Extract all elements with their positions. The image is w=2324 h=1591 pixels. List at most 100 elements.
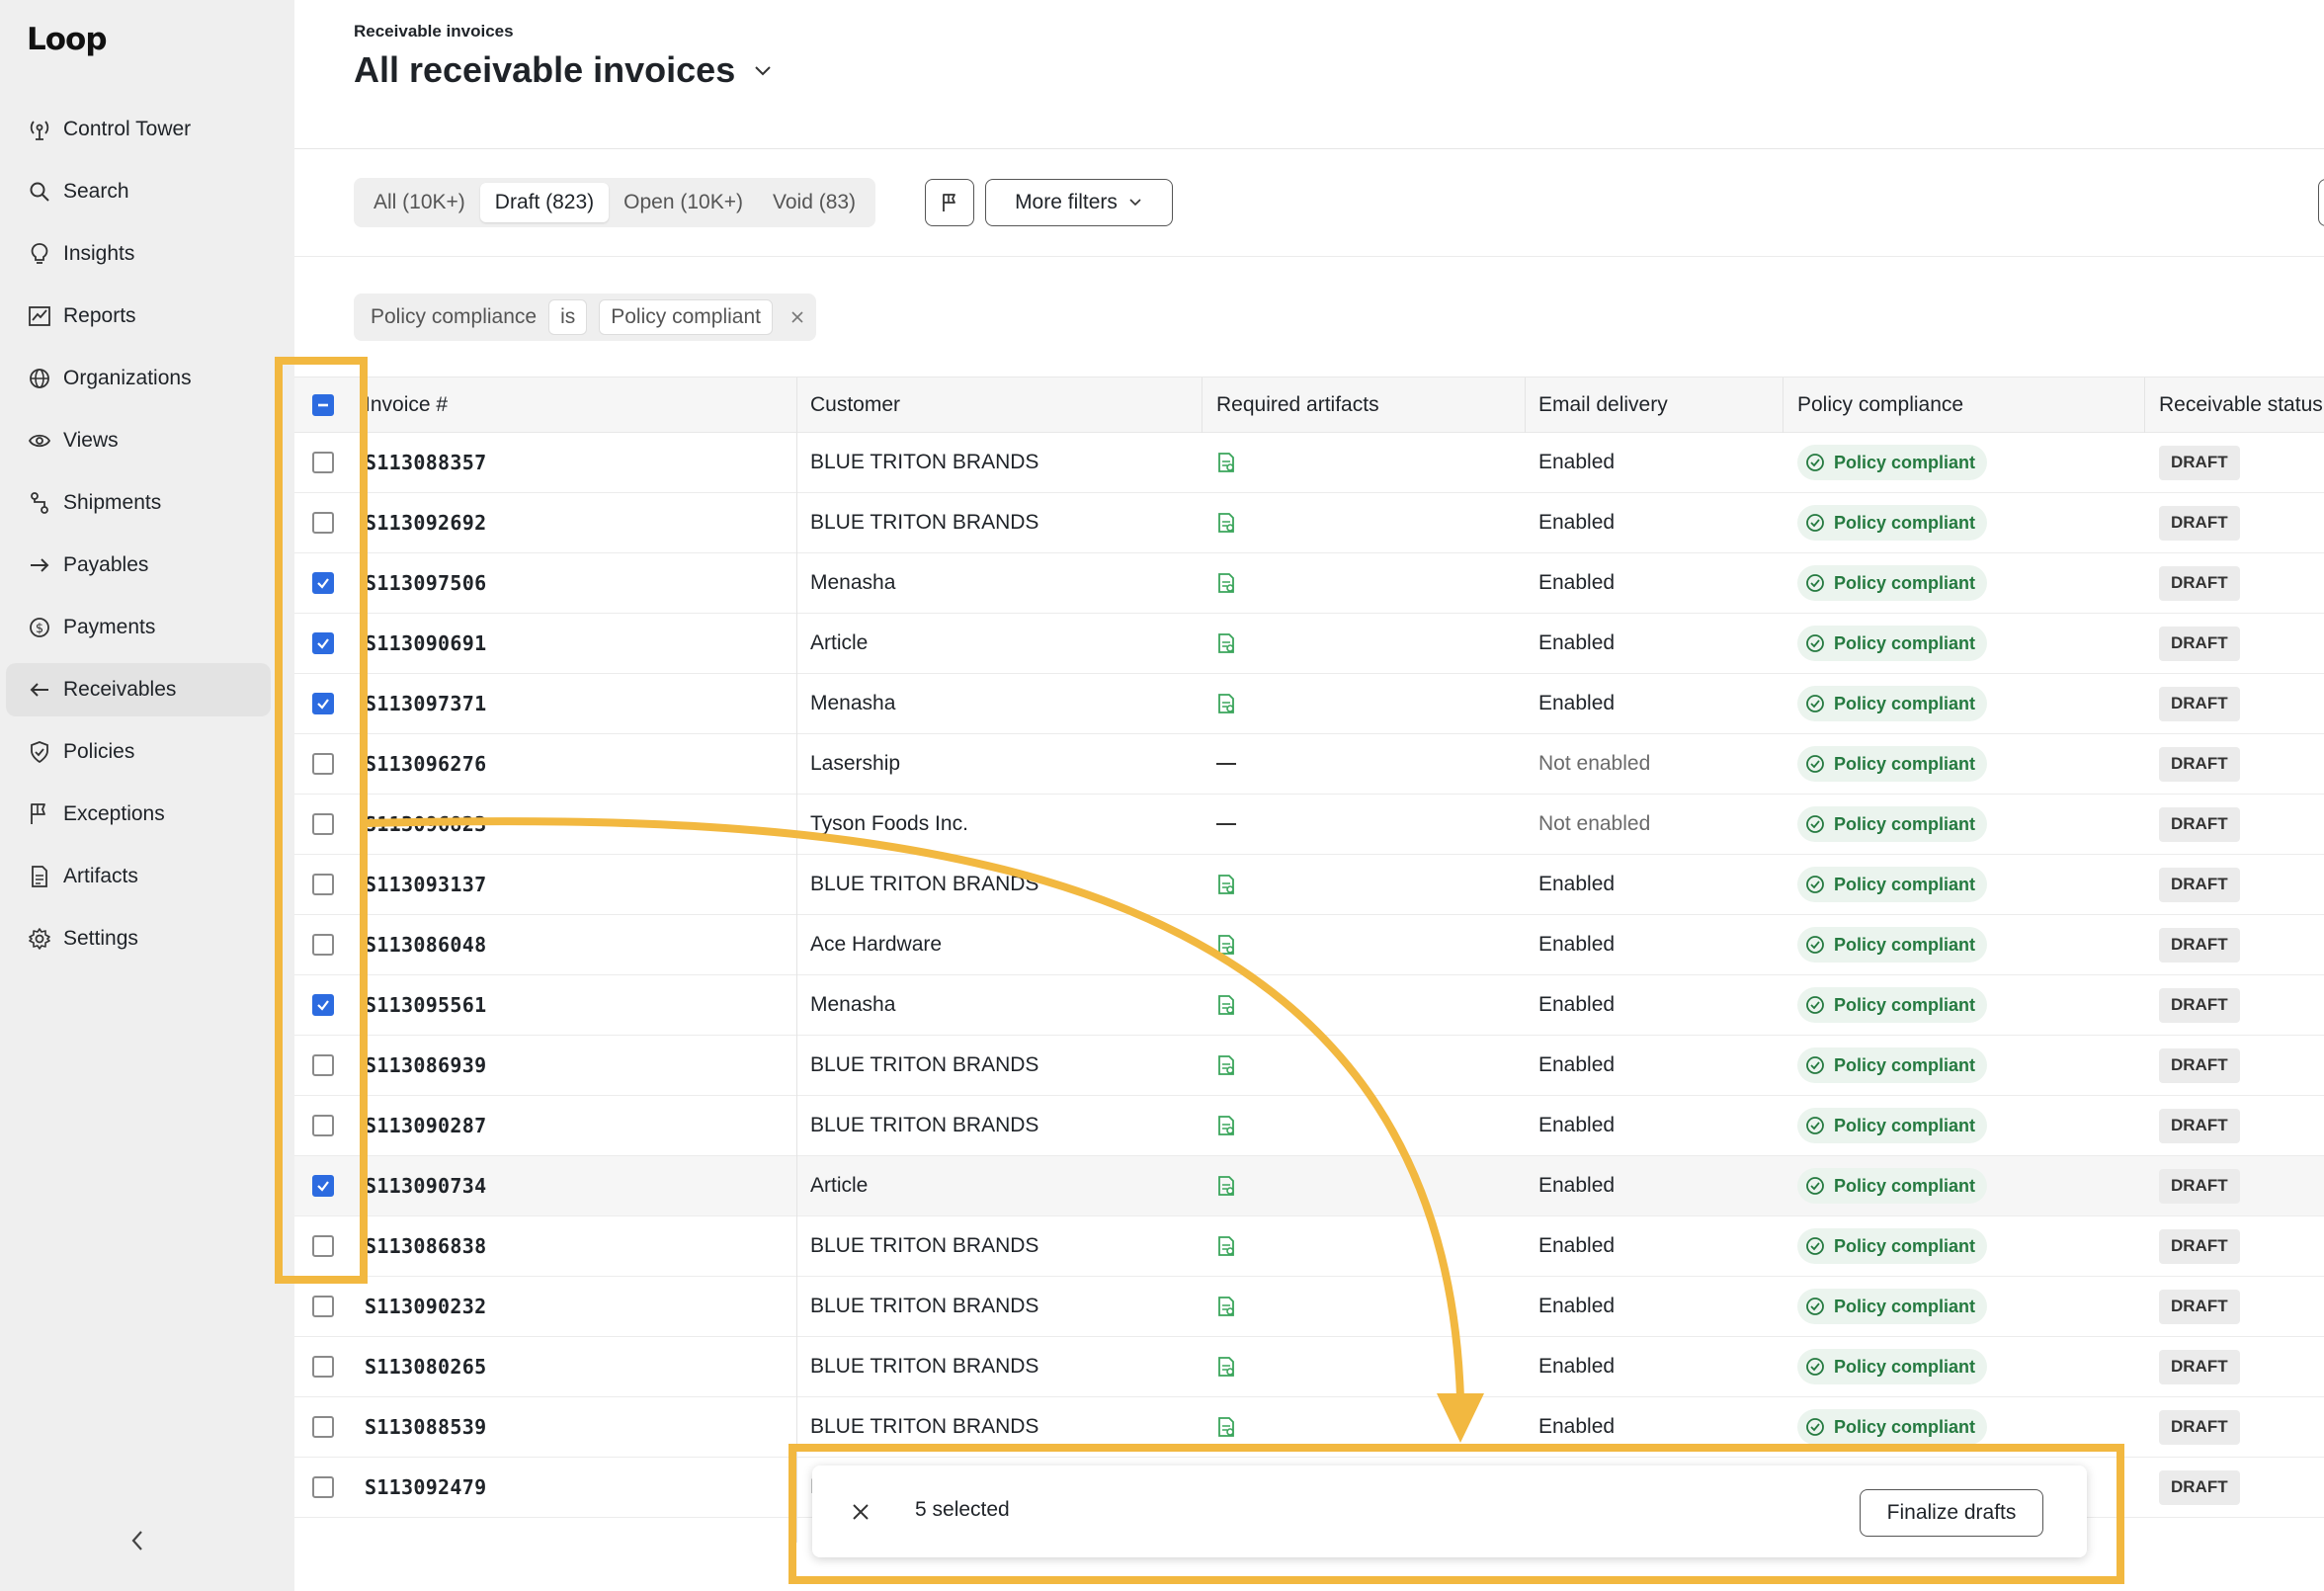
artifact-document-icon[interactable] — [1216, 1337, 1236, 1396]
row-checkbox[interactable] — [312, 1235, 334, 1257]
col-invoice[interactable]: Invoice # — [365, 377, 448, 433]
artifact-document-icon[interactable] — [1216, 674, 1236, 733]
sidebar-item-policies[interactable]: Policies — [6, 725, 271, 779]
artifact-document-icon[interactable] — [1216, 1397, 1236, 1457]
col-policy-compliance[interactable]: Policy compliance — [1797, 377, 1963, 433]
invoice-number[interactable]: S113088357 — [365, 433, 486, 492]
invoice-number[interactable]: S113095561 — [365, 975, 486, 1035]
view-chevron-down-icon[interactable] — [751, 59, 775, 83]
invoice-number[interactable]: S113096823 — [365, 795, 486, 854]
sidebar-item-settings[interactable]: Settings — [6, 912, 271, 965]
artifact-document-icon[interactable] — [1216, 493, 1236, 552]
table-row[interactable]: S113086048 Ace Hardware Enabled Policy comp… — [294, 915, 2324, 975]
table-row[interactable]: S113086838 BLUE TRITON BRANDS Enabled Polic… — [294, 1216, 2324, 1277]
invoice-number[interactable]: S113097371 — [365, 674, 486, 733]
col-customer[interactable]: Customer — [810, 377, 900, 433]
row-checkbox[interactable] — [312, 813, 334, 835]
clear-selection-close-icon[interactable] — [848, 1499, 873, 1525]
col-required-artifacts[interactable]: Required artifacts — [1216, 377, 1379, 433]
invoice-number[interactable]: S113090691 — [365, 614, 486, 673]
tab-draft[interactable]: Draft (823) — [479, 183, 610, 222]
artifact-document-icon[interactable] — [1216, 1036, 1236, 1095]
row-checkbox[interactable] — [312, 632, 334, 654]
table-row[interactable]: S113092692 BLUE TRITON BRANDS Enabled Polic… — [294, 493, 2324, 553]
row-checkbox[interactable] — [312, 1356, 334, 1378]
invoice-number[interactable]: S113086838 — [365, 1216, 486, 1276]
col-receivable-status[interactable]: Receivable status — [2159, 377, 2323, 433]
sidebar-item-shipments[interactable]: Shipments — [6, 476, 271, 530]
sidebar-item-search[interactable]: Search — [6, 165, 271, 218]
artifact-document-icon[interactable] — [1216, 1096, 1236, 1155]
table-row[interactable]: S113096276 Lasership Not enabled Policy com… — [294, 734, 2324, 795]
finalize-drafts-button[interactable]: Finalize drafts — [1860, 1489, 2043, 1537]
table-row[interactable]: S113088539 BLUE TRITON BRANDS Enabled Polic… — [294, 1397, 2324, 1458]
table-row[interactable]: S113086939 BLUE TRITON BRANDS Enabled Polic… — [294, 1036, 2324, 1096]
row-checkbox[interactable] — [312, 874, 334, 895]
breadcrumb[interactable]: Receivable invoices — [354, 22, 514, 42]
table-row[interactable]: S113088357 BLUE TRITON BRANDS Enabled Polic… — [294, 433, 2324, 493]
invoice-number[interactable]: S113088539 — [365, 1397, 486, 1457]
invoice-number[interactable]: S113090287 — [365, 1096, 486, 1155]
row-checkbox[interactable] — [312, 1296, 334, 1317]
row-checkbox[interactable] — [312, 994, 334, 1016]
row-checkbox[interactable] — [312, 572, 334, 594]
artifact-document-icon[interactable] — [1216, 975, 1236, 1035]
invoice-number[interactable]: S113086048 — [365, 915, 486, 974]
invoice-number[interactable]: S113090232 — [365, 1277, 486, 1336]
artifact-document-icon[interactable] — [1216, 855, 1236, 914]
invoice-number[interactable]: S113080265 — [365, 1337, 486, 1396]
invoice-number[interactable]: S113090734 — [365, 1156, 486, 1215]
row-checkbox[interactable] — [312, 1175, 334, 1197]
row-checkbox[interactable] — [312, 512, 334, 534]
more-filters-button[interactable]: More filters — [985, 179, 1173, 226]
select-all-checkbox[interactable] — [312, 394, 334, 416]
table-row[interactable]: S113090734 Article Enabled Policy compliant… — [294, 1156, 2324, 1216]
sidebar-item-organizations[interactable]: Organizations — [6, 352, 271, 405]
sidebar-item-payables[interactable]: Payables — [6, 539, 271, 592]
table-row[interactable]: S113097371 Menasha Enabled Policy compliant… — [294, 674, 2324, 734]
tab-void[interactable]: Void (83) — [758, 183, 871, 222]
row-checkbox[interactable] — [312, 693, 334, 714]
filter-operator[interactable]: is — [548, 299, 588, 335]
artifact-document-icon[interactable] — [1216, 553, 1236, 613]
row-checkbox[interactable] — [312, 1476, 334, 1498]
sidebar-item-artifacts[interactable]: Artifacts — [6, 850, 271, 903]
table-row[interactable]: S113090232 BLUE TRITON BRANDS Enabled Polic… — [294, 1277, 2324, 1337]
invoice-number[interactable]: S113092479 — [365, 1458, 486, 1517]
table-row[interactable]: S113080265 BLUE TRITON BRANDS Enabled Polic… — [294, 1337, 2324, 1397]
invoice-number[interactable]: S113086939 — [365, 1036, 486, 1095]
invoice-number[interactable]: S113092692 — [365, 493, 486, 552]
row-checkbox[interactable] — [312, 1054, 334, 1076]
sidebar-item-reports[interactable]: Reports — [6, 290, 271, 343]
collapse-sidebar-chevron-left-icon[interactable] — [124, 1528, 150, 1553]
table-row[interactable]: S113096823 Tyson Foods Inc. Not enabled Pol… — [294, 795, 2324, 855]
row-checkbox[interactable] — [312, 1115, 334, 1136]
sidebar-item-receivables[interactable]: Receivables — [6, 663, 271, 716]
col-email-delivery[interactable]: Email delivery — [1538, 377, 1668, 433]
table-row[interactable]: S113093137 BLUE TRITON BRANDS Enabled Polic… — [294, 855, 2324, 915]
flag-filter-button[interactable] — [925, 179, 974, 226]
row-checkbox[interactable] — [312, 1416, 334, 1438]
row-checkbox[interactable] — [312, 753, 334, 775]
invoice-number[interactable]: S113093137 — [365, 855, 486, 914]
artifact-document-icon[interactable] — [1216, 1277, 1236, 1336]
sidebar-item-views[interactable]: Views — [6, 414, 271, 467]
sidebar-item-exceptions[interactable]: Exceptions — [6, 788, 271, 841]
invoice-number[interactable]: S113097506 — [365, 553, 486, 613]
sidebar-item-payments[interactable]: $ Payments — [6, 601, 271, 654]
artifact-document-icon[interactable] — [1216, 915, 1236, 974]
artifact-document-icon[interactable] — [1216, 1156, 1236, 1215]
table-row[interactable]: S113097506 Menasha Enabled Policy compliant… — [294, 553, 2324, 614]
artifact-document-icon[interactable] — [1216, 433, 1236, 492]
active-filter-chip[interactable]: Policy compliance is Policy compliant — [354, 293, 816, 341]
table-row[interactable]: S113090691 Article Enabled Policy compliant… — [294, 614, 2324, 674]
tab-open[interactable]: Open (10K+) — [609, 183, 758, 222]
remove-filter-close-icon[interactable] — [787, 306, 808, 328]
row-checkbox[interactable] — [312, 452, 334, 473]
invoice-number[interactable]: S113096276 — [365, 734, 486, 794]
artifact-document-icon[interactable] — [1216, 1216, 1236, 1276]
toolbar-edge-button[interactable] — [2318, 179, 2324, 226]
sidebar-item-control-tower[interactable]: Control Tower — [6, 103, 271, 156]
row-checkbox[interactable] — [312, 934, 334, 956]
table-row[interactable]: S113090287 BLUE TRITON BRANDS Enabled Polic… — [294, 1096, 2324, 1156]
